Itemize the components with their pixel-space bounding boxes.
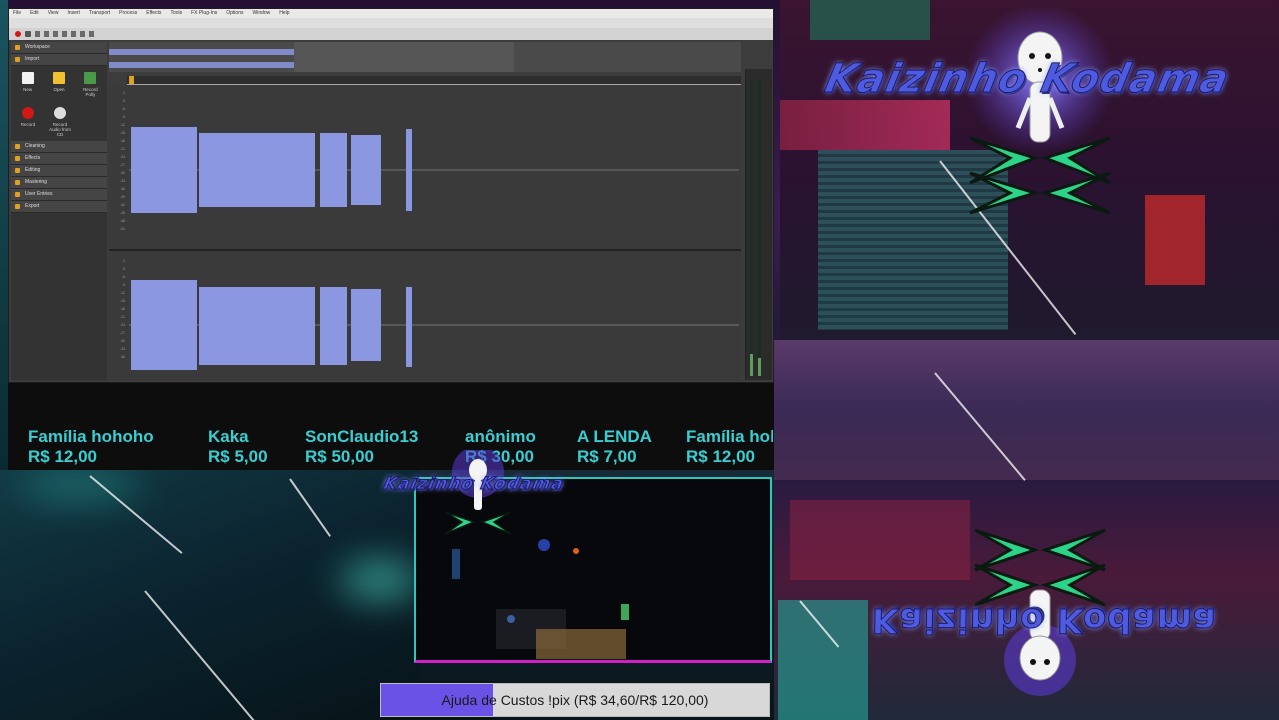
donation-item: Família hohohoR$ 12,00	[28, 427, 208, 467]
section-import[interactable]: Import	[11, 54, 107, 66]
record-cd-tool[interactable]: Record Audio from CD	[49, 107, 71, 137]
donor-name: Kaka	[208, 427, 249, 446]
tool-label: Open	[53, 87, 65, 92]
donation-amount: R$ 12,00	[686, 447, 755, 466]
open-tool[interactable]: Open	[48, 72, 69, 97]
menu-help[interactable]: Help	[279, 9, 289, 18]
pause-button[interactable]	[53, 31, 58, 37]
loop-button[interactable]	[25, 31, 31, 37]
donation-amount: R$ 7,00	[577, 447, 637, 466]
donation-amount: R$ 5,00	[208, 447, 268, 466]
reflection-teal	[778, 600, 868, 720]
kodama-logo-top	[965, 8, 1115, 215]
new-file-icon	[21, 72, 34, 84]
menu-options[interactable]: Options	[226, 9, 243, 18]
menu-bar: File Edit View Insert Transport Process …	[9, 9, 773, 18]
record-button[interactable]	[15, 31, 21, 37]
section-effects[interactable]: Effects	[11, 153, 107, 165]
menu-insert[interactable]: Insert	[67, 9, 80, 18]
record-polly-icon	[84, 72, 97, 84]
toolbar[interactable]	[9, 18, 773, 28]
waveform-channel-1	[129, 127, 739, 213]
fast-forward-button[interactable]	[80, 31, 85, 37]
donation-item: Família hohohoR$ 12,00	[686, 427, 773, 467]
donation-amount: R$ 12,00	[28, 447, 97, 466]
section-mastering[interactable]: Mastering	[11, 177, 107, 189]
overview-selection	[294, 42, 514, 72]
section-export[interactable]: Export	[11, 201, 107, 213]
channel-separator	[109, 249, 741, 251]
menu-effects[interactable]: Effects	[146, 9, 161, 18]
tool-row-2: Record Record Audio from CD	[11, 101, 107, 141]
logo-text-bottom: Kaizinho Kodama	[867, 600, 1221, 641]
kodama-logo-cam	[444, 450, 512, 535]
record-icon	[22, 107, 34, 119]
record-tool[interactable]: Record	[17, 107, 39, 137]
logo-text-cam: Kaizinho Kodama	[381, 474, 566, 495]
stop-button[interactable]	[62, 31, 67, 37]
tool-label: New	[23, 87, 33, 92]
menu-process[interactable]: Process	[119, 9, 137, 18]
donor-name: Família hohoho	[28, 427, 154, 446]
tool-label: Record Audio from CD	[49, 122, 71, 137]
donor-name: anônimo	[465, 427, 536, 446]
record-polly-tool[interactable]: Record Polly	[80, 72, 101, 97]
menu-window[interactable]: Window	[252, 9, 270, 18]
waveform-overview[interactable]	[109, 42, 741, 72]
menu-view[interactable]: View	[48, 9, 59, 18]
donation-item: A LENDA R$ 7,00	[577, 427, 686, 467]
donation-ticker: Família hohoho R$ 12,00 Kaka R$ 5,00 SonCl…	[28, 427, 773, 467]
menu-file[interactable]: File	[13, 9, 21, 18]
donation-item: Kaka R$ 5,00	[208, 427, 305, 467]
tool-label: Record	[20, 122, 36, 127]
section-editing[interactable]: Editing	[11, 165, 107, 177]
tool-label: Record Polly	[83, 87, 98, 97]
timeline-ruler[interactable]	[127, 76, 741, 85]
open-folder-icon	[52, 72, 65, 84]
overview-wave	[109, 49, 294, 55]
logo-text-top: Kaizinho Kodama	[821, 56, 1234, 103]
overview-wave	[109, 62, 294, 68]
go-to-end-button[interactable]	[89, 31, 94, 37]
section-cleaning[interactable]: Cleaning	[11, 141, 107, 153]
tool-row-1: New Open Record Polly	[11, 66, 107, 101]
teal-glow-2	[20, 470, 140, 500]
donor-name: Família hohoho	[686, 427, 773, 446]
donor-name: A LENDA	[577, 427, 652, 446]
transport-bar	[9, 28, 773, 40]
channel-1-scale: -1 -3 -6 -9 -12 -15 -18 -21 -24 -27 -30 -33 -36 -39 -4…	[119, 91, 125, 231]
teal-glow	[340, 560, 420, 600]
new-tool[interactable]: New	[17, 72, 38, 97]
menu-tools[interactable]: Tools	[170, 9, 182, 18]
goal-label: Ajuda de Custos !pix (R$ 34,60/R$ 120,00…	[441, 692, 709, 708]
audio-editor-window[interactable]: File Edit View Insert Transport Process …	[8, 8, 774, 383]
menu-fx-plugins[interactable]: FX Plug-Ins	[191, 9, 217, 18]
workflow-panel: Workspace Import New Open Record Polly R…	[11, 42, 107, 380]
waveform-channel-2	[129, 280, 739, 370]
donor-name: SonClaudio13	[305, 427, 419, 446]
menu-transport[interactable]: Transport	[89, 9, 110, 18]
playhead-marker[interactable]	[129, 76, 134, 84]
menu-edit[interactable]: Edit	[30, 9, 39, 18]
waveform-area[interactable]: -1 -3 -6 -9 -12 -15 -18 -21 -24 -27 -30 -33 -36 -39 -4…	[109, 85, 741, 380]
left-edge	[0, 0, 8, 470]
section-workspace[interactable]: Workspace	[11, 42, 107, 54]
play-button[interactable]	[35, 31, 40, 37]
arrow-emblem-icon	[444, 511, 512, 535]
donation-goal-bar: Ajuda de Custos !pix (R$ 34,60/R$ 120,00…	[380, 683, 770, 717]
section-user-entries[interactable]: User Entries	[11, 189, 107, 201]
rewind-button[interactable]	[71, 31, 76, 37]
level-meter	[745, 69, 772, 380]
channel-2-scale: -1 -3 -6 -9 -12 -15 -18 -21 -24 -27 -30 -33 -36	[119, 259, 125, 359]
play-all-button[interactable]	[44, 31, 49, 37]
cd-icon	[54, 107, 66, 119]
